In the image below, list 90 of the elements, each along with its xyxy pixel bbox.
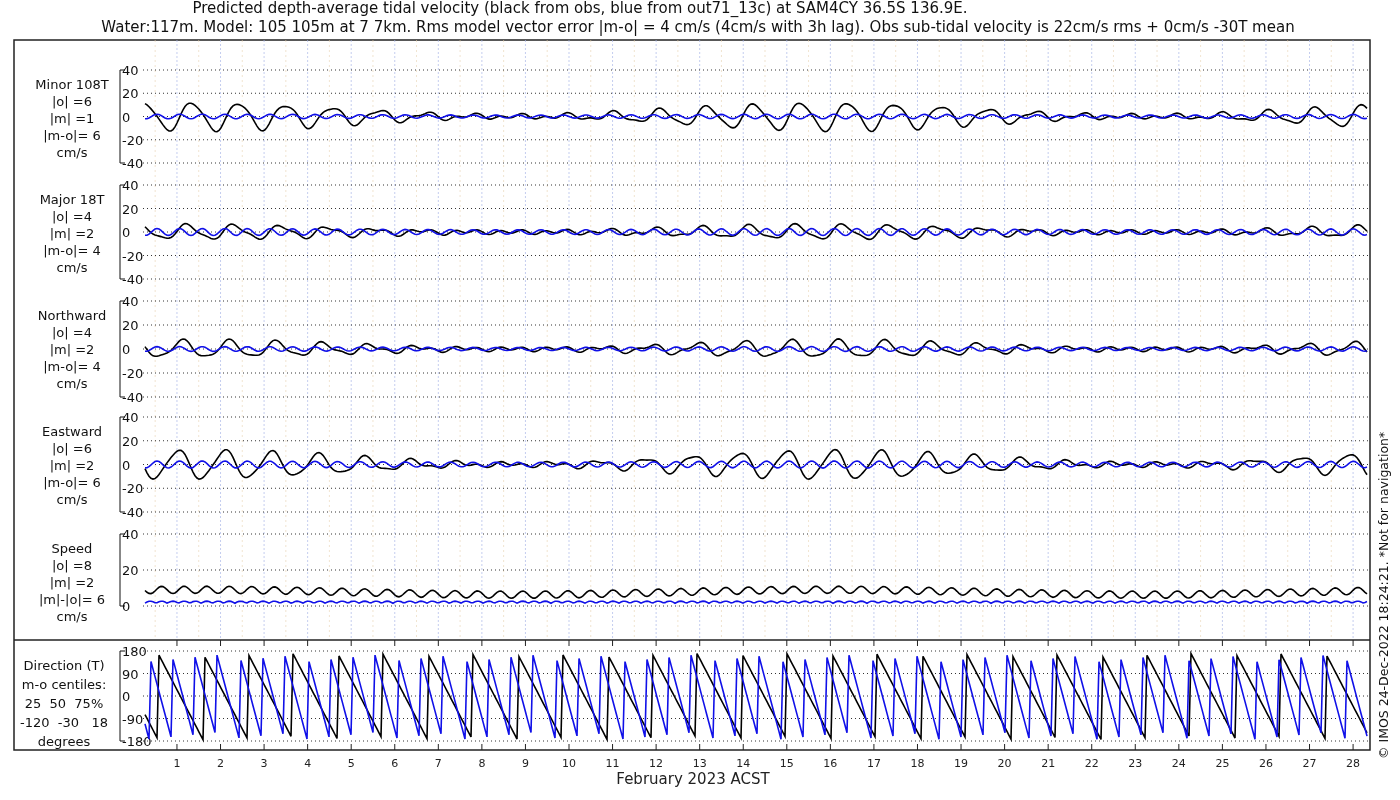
tick-label: 22 — [1084, 757, 1099, 770]
tick-label: -40 — [122, 272, 144, 287]
tick-label: 40 — [122, 410, 139, 425]
tick-label: 9 — [521, 757, 529, 770]
panel-label: |o| =4 — [52, 325, 92, 340]
x-axis-label: February 2023 ACST — [616, 770, 770, 788]
credit-text: © IMOS 24-Dec-2022 18:24:21. *Not for navigation* — [1376, 431, 1391, 759]
panel-label: -120 -30 18 — [20, 715, 108, 730]
tick-label: 0 — [122, 599, 131, 614]
tick-label: 0 — [122, 457, 131, 473]
tick-label: 21 — [1041, 757, 1056, 770]
tick-label: 18 — [910, 757, 925, 770]
chart-title: Predicted depth-average tidal velocity (black from obs, blue from out71_13c) at SAM4CY 36.5S 136.9E. — [192, 0, 968, 17]
tick-label: 12 — [649, 757, 664, 770]
tick-label: 16 — [823, 757, 838, 770]
panel-label: cm/s — [56, 492, 88, 507]
panel-label: |m-o|= 4 — [43, 243, 101, 258]
tick-label: -20 — [122, 481, 144, 497]
tick-label: 90 — [122, 666, 139, 682]
panel-label: Speed — [51, 541, 93, 556]
panel-label: 25 50 75% — [24, 696, 104, 711]
tick-label: 10 — [562, 757, 576, 770]
tick-label: 20 — [122, 86, 139, 102]
panel-label: Major 18T — [39, 192, 105, 207]
tick-label: 20 — [122, 318, 139, 333]
panel-label: |m| =2 — [49, 458, 95, 473]
panel-label: |m-o|= 6 — [43, 128, 101, 143]
tick-label: -40 — [122, 505, 144, 520]
tick-label: 13 — [692, 757, 707, 770]
tick-label: 20 — [122, 563, 139, 578]
panel-label: cm/s — [56, 609, 88, 624]
tick-label: 15 — [779, 757, 794, 770]
tick-label: 4 — [304, 757, 312, 770]
tick-label: 7 — [434, 757, 442, 770]
panel-label: |m| =2 — [49, 342, 95, 357]
tick-label: -40 — [122, 156, 144, 171]
panel-label: Minor 108T — [35, 77, 109, 92]
panel-label: |m-o|= 4 — [43, 359, 101, 374]
panel-label: |o| =6 — [52, 441, 92, 456]
tick-label: -20 — [122, 366, 144, 381]
tick-label: 23 — [1128, 757, 1143, 770]
tick-label: -20 — [122, 248, 144, 264]
tick-label: 14 — [736, 757, 751, 770]
tick-label: 5 — [347, 757, 355, 770]
tick-label: -20 — [122, 132, 144, 148]
tick-label: 2 — [217, 757, 224, 770]
panel-label: |m| =2 — [49, 575, 95, 590]
panel-label: |o| =6 — [52, 94, 92, 109]
panel-label: |m-o|= 6 — [43, 475, 101, 490]
tick-label: 180 — [122, 644, 147, 659]
tick-label: 1 — [173, 757, 181, 770]
panel-label: cm/s — [56, 145, 88, 160]
tick-label: 20 — [122, 201, 139, 217]
panel-label: cm/s — [56, 376, 88, 391]
panel-label: Eastward — [42, 424, 102, 439]
tick-label: 26 — [1258, 757, 1273, 770]
panel-label: |m|-|o|= 6 — [38, 592, 106, 607]
tick-label: -40 — [122, 390, 144, 405]
tick-label: 8 — [478, 757, 486, 770]
tick-label: 6 — [391, 757, 399, 770]
tick-label: 40 — [122, 294, 139, 309]
tick-label: 0 — [122, 342, 131, 357]
panel-label: cm/s — [56, 260, 88, 275]
panel-label: |o| =8 — [52, 558, 92, 573]
tick-label: 0 — [122, 689, 131, 704]
chart-title: Water:117m. Model: 105 105m at 7 7km. Rms model vector error |m-o| = 4 cm/s (4cm/s with 3h lag). Obs sub-tidal velocity is 22cm/s rms + 0cm/s -30T mean — [101, 18, 1295, 36]
tick-label: 25 — [1215, 757, 1230, 770]
tick-label: 40 — [122, 527, 139, 542]
tick-label: 3 — [260, 757, 268, 770]
panel-label: degrees — [37, 734, 91, 749]
panel-label: m-o centiles: — [21, 677, 107, 692]
tick-label: 27 — [1302, 757, 1317, 770]
tick-label: 20 — [122, 433, 139, 449]
panel-label: |o| =4 — [52, 209, 92, 224]
tick-label: 17 — [866, 757, 881, 770]
tick-label: 11 — [605, 757, 620, 770]
tick-label: 40 — [122, 178, 139, 193]
tick-label: -90 — [122, 711, 144, 727]
panel-label: Direction (T) — [23, 658, 105, 673]
tick-label: 24 — [1171, 757, 1186, 770]
panel-label: Northward — [37, 308, 107, 323]
tick-label: 20 — [997, 757, 1012, 770]
panel-label: |m| =1 — [49, 111, 95, 126]
tick-label: 0 — [122, 109, 131, 125]
tick-label: 28 — [1346, 757, 1361, 770]
tick-label: 0 — [122, 225, 131, 240]
tick-label: -180 — [122, 734, 152, 749]
panel-label: |m| =2 — [49, 226, 95, 241]
tick-label: 19 — [954, 757, 969, 770]
tick-label: 40 — [122, 63, 139, 78]
